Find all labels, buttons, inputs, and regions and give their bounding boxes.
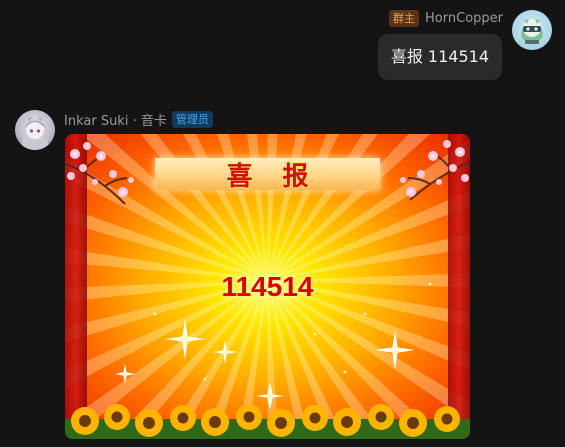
sunflower-border [65,404,470,439]
admin-badge: 管理员 [171,111,213,128]
incoming-message-header: Inkar Suki · 音卡 管理员 [64,110,213,129]
outgoing-message-header: 群主 HornCopper [389,10,503,27]
chat-view: 群主 HornCopper 喜报 114514 Inkar Suki · 音卡 [0,0,565,447]
group-owner-badge: 群主 [389,10,420,27]
celebration-image-message[interactable]: 喜报 114514 [65,134,470,439]
avatar-character-icon [521,19,543,44]
outgoing-message-bubble[interactable]: 喜报 114514 [377,34,502,80]
sender-name[interactable]: Inkar Suki · 音卡 [64,110,167,129]
avatar-character-icon [21,117,49,150]
sender-name[interactable]: HornCopper [425,11,503,26]
avatar[interactable] [512,10,552,50]
avatar[interactable] [15,110,55,150]
